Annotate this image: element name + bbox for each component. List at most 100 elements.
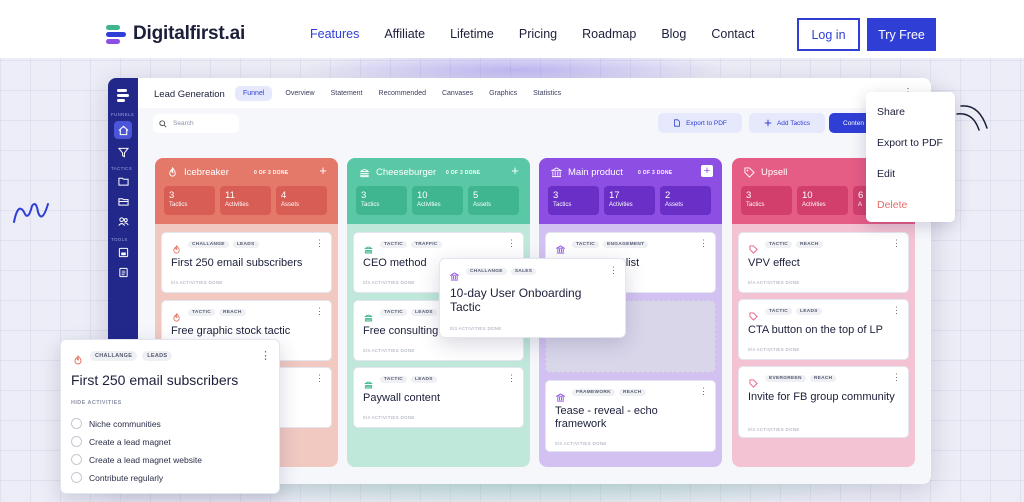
tactic-card[interactable]: CHALLANGE LEADS ⋮ First 250 email subscri…	[161, 232, 332, 293]
tactic-card[interactable]: TACTIC LEADS ⋮ Paywall content 0/4 ACTIVI…	[353, 367, 524, 428]
tab-statistics[interactable]: Statistics	[530, 87, 564, 100]
add-tactics-button[interactable]: Add Tactics	[749, 113, 825, 133]
save-icon	[118, 247, 128, 257]
login-button[interactable]: Log in	[797, 18, 860, 51]
card-title: Invite for FB group community	[748, 391, 895, 403]
card-menu-icon[interactable]: ⋮	[260, 349, 271, 362]
activity-item[interactable]: Create a lead magnet	[71, 436, 171, 447]
card-menu-icon[interactable]: ⋮	[315, 373, 324, 384]
activity-item[interactable]: Niche communities	[71, 418, 161, 429]
card-menu-icon[interactable]: ⋮	[892, 238, 901, 249]
menu-item-share[interactable]: Share	[877, 106, 905, 118]
card-menu-icon[interactable]: ⋮	[507, 373, 516, 384]
stat-activities: 11 Activities	[220, 186, 271, 215]
tab-recommended[interactable]: Recommended	[376, 87, 429, 100]
card-tag: EVERGREEN	[765, 375, 806, 382]
funnel-icon	[117, 147, 129, 157]
nav-link-roadmap[interactable]: Roadmap	[582, 27, 636, 41]
activity-item[interactable]: Create a lead magnet website	[71, 454, 202, 465]
sidebar-folders-button[interactable]	[114, 192, 132, 210]
card-menu-icon[interactable]: ⋮	[507, 238, 516, 249]
activity-checkbox[interactable]	[71, 454, 82, 465]
card-menu-icon[interactable]: ⋮	[315, 306, 324, 317]
nav-link-lifetime[interactable]: Lifetime	[450, 27, 494, 41]
menu-item-edit[interactable]: Edit	[877, 168, 895, 180]
activity-checkbox[interactable]	[71, 436, 82, 447]
tab-statement[interactable]: Statement	[328, 87, 366, 100]
logo-icon	[106, 25, 126, 44]
tactic-card[interactable]: TACTIC REACH ⋮ VPV effect 0/4 ACTIVITIES …	[738, 232, 909, 293]
bank-icon	[555, 389, 566, 402]
add-card-button[interactable]: +	[701, 165, 713, 177]
sidebar-funnel-button[interactable]	[114, 143, 132, 161]
card-tag: TACTIC	[380, 309, 408, 316]
card-menu-icon[interactable]: ⋮	[609, 265, 618, 276]
card-menu-icon[interactable]: ⋮	[315, 238, 324, 249]
tab-overview[interactable]: Overview	[282, 87, 317, 100]
bank-icon	[449, 268, 460, 281]
activity-checkbox[interactable]	[71, 418, 82, 429]
activity-item[interactable]: Contribute regularly	[71, 472, 163, 483]
card-title: CTA button on the top of LP	[748, 324, 883, 336]
activity-checkbox[interactable]	[71, 472, 82, 483]
card-title: Free graphic stock tactic	[171, 325, 291, 337]
sidebar-tool-button[interactable]	[114, 243, 132, 261]
card-progress: 0/3 ACTIVITIES DONE	[450, 326, 502, 331]
card-menu-icon[interactable]: ⋮	[699, 386, 708, 397]
sidebar-document-button[interactable]	[114, 263, 132, 281]
card-title: 10-day User Onboarding Tactic	[450, 286, 582, 314]
bank-icon	[555, 241, 566, 254]
home-icon	[118, 125, 128, 135]
brand-logo[interactable]: Digitalfirst.ai	[104, 22, 245, 46]
nav-link-contact[interactable]: Contact	[711, 27, 754, 41]
card-menu-icon[interactable]: ⋮	[892, 305, 901, 316]
app-header: Lead Generation Funnel Overview Statemen…	[138, 78, 931, 108]
stat-activities: 10 Activities	[797, 186, 848, 215]
add-card-button[interactable]: +	[509, 164, 521, 177]
card-tag: TACTIC	[380, 376, 408, 383]
sidebar-section-tactics: TACTICS	[111, 166, 133, 171]
app-logo-icon	[117, 89, 129, 102]
card-tag: SALES	[510, 268, 537, 275]
tab-funnel[interactable]: Funnel	[235, 86, 273, 101]
card-menu-icon[interactable]: ⋮	[699, 238, 708, 249]
nav-link-pricing[interactable]: Pricing	[519, 27, 557, 41]
scribble-left-icon	[13, 203, 49, 223]
menu-item-export-pdf[interactable]: Export to PDF	[877, 137, 943, 149]
dragged-tactic-card[interactable]: CHALLANGE SALES ⋮ 10-day User Onboarding…	[439, 258, 626, 338]
tab-canvases[interactable]: Canvases	[439, 87, 476, 100]
sidebar-folder-button[interactable]	[114, 172, 132, 190]
card-tag: REACH	[618, 389, 646, 396]
card-menu-icon[interactable]: ⋮	[892, 372, 901, 383]
add-card-button[interactable]: +	[317, 164, 329, 177]
search-input[interactable]: Search	[153, 114, 239, 133]
card-tag: CHALLANGE	[90, 351, 138, 361]
nav-link-affiliate[interactable]: Affiliate	[384, 27, 425, 41]
sidebar-team-button[interactable]	[114, 212, 132, 230]
column-progress: 0 OF 3 DONE	[638, 170, 673, 176]
sidebar-home-button[interactable]	[114, 121, 132, 139]
menu-item-delete[interactable]: Delete	[877, 199, 907, 211]
column-title: Main product	[568, 167, 623, 178]
tactic-card[interactable]: EVERGREEN REACH ⋮ Invite for FB group com…	[738, 366, 909, 438]
tactic-card[interactable]: TACTIC LEADS ⋮ CTA button on the top of L…	[738, 299, 909, 360]
column-title: Icebreaker	[184, 167, 229, 178]
card-tag: REACH	[219, 309, 246, 316]
try-free-button[interactable]: Try Free	[867, 18, 936, 51]
search-placeholder: Search	[173, 120, 194, 127]
hide-activities-toggle[interactable]: HIDE ACTIVITIES	[71, 400, 122, 406]
export-pdf-button[interactable]: Export to PDF	[658, 113, 742, 133]
card-progress: 0/3 ACTIVITIES DONE	[363, 348, 415, 353]
card-progress: 0/3 ACTIVITIES DONE	[555, 441, 607, 446]
nav-links: Features Affiliate Lifetime Pricing Road…	[310, 27, 779, 41]
nav-link-blog[interactable]: Blog	[661, 27, 686, 41]
tab-graphics[interactable]: Graphics	[486, 87, 520, 100]
tactic-card[interactable]: FRAMEWORK REACH ⋮ Tease - reveal - echo f…	[545, 380, 716, 452]
tag-icon	[749, 241, 758, 254]
expanded-tactic-card[interactable]: CHALLANGE LEADS ⋮ First 250 email subscr…	[60, 339, 280, 494]
nav-link-features[interactable]: Features	[310, 27, 359, 41]
content-label: Conten	[843, 119, 864, 127]
flame-icon	[73, 352, 83, 365]
card-tag: TACTIC	[188, 309, 216, 316]
view-tabs: Funnel Overview Statement Recommended Ca…	[235, 86, 564, 101]
